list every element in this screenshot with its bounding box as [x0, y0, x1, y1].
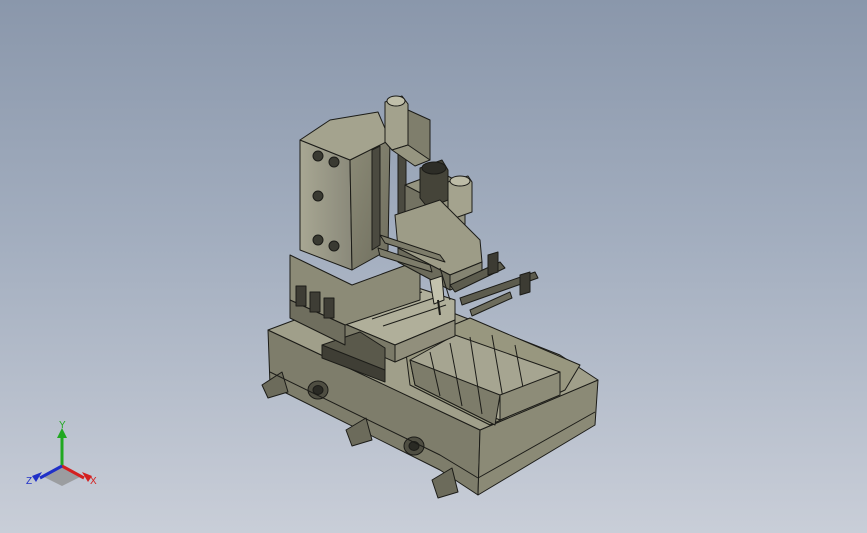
cnc-machine-model[interactable]	[0, 0, 867, 533]
graphics-viewport[interactable]: Y X Z	[0, 0, 867, 533]
y-axis-label: Y	[59, 420, 66, 431]
triad-base	[42, 466, 82, 486]
z-axis-label: Z	[26, 476, 32, 487]
z-axis-motor	[384, 95, 431, 167]
x-axis-label: X	[90, 476, 97, 487]
orientation-triad[interactable]: Y X Z	[22, 418, 112, 498]
